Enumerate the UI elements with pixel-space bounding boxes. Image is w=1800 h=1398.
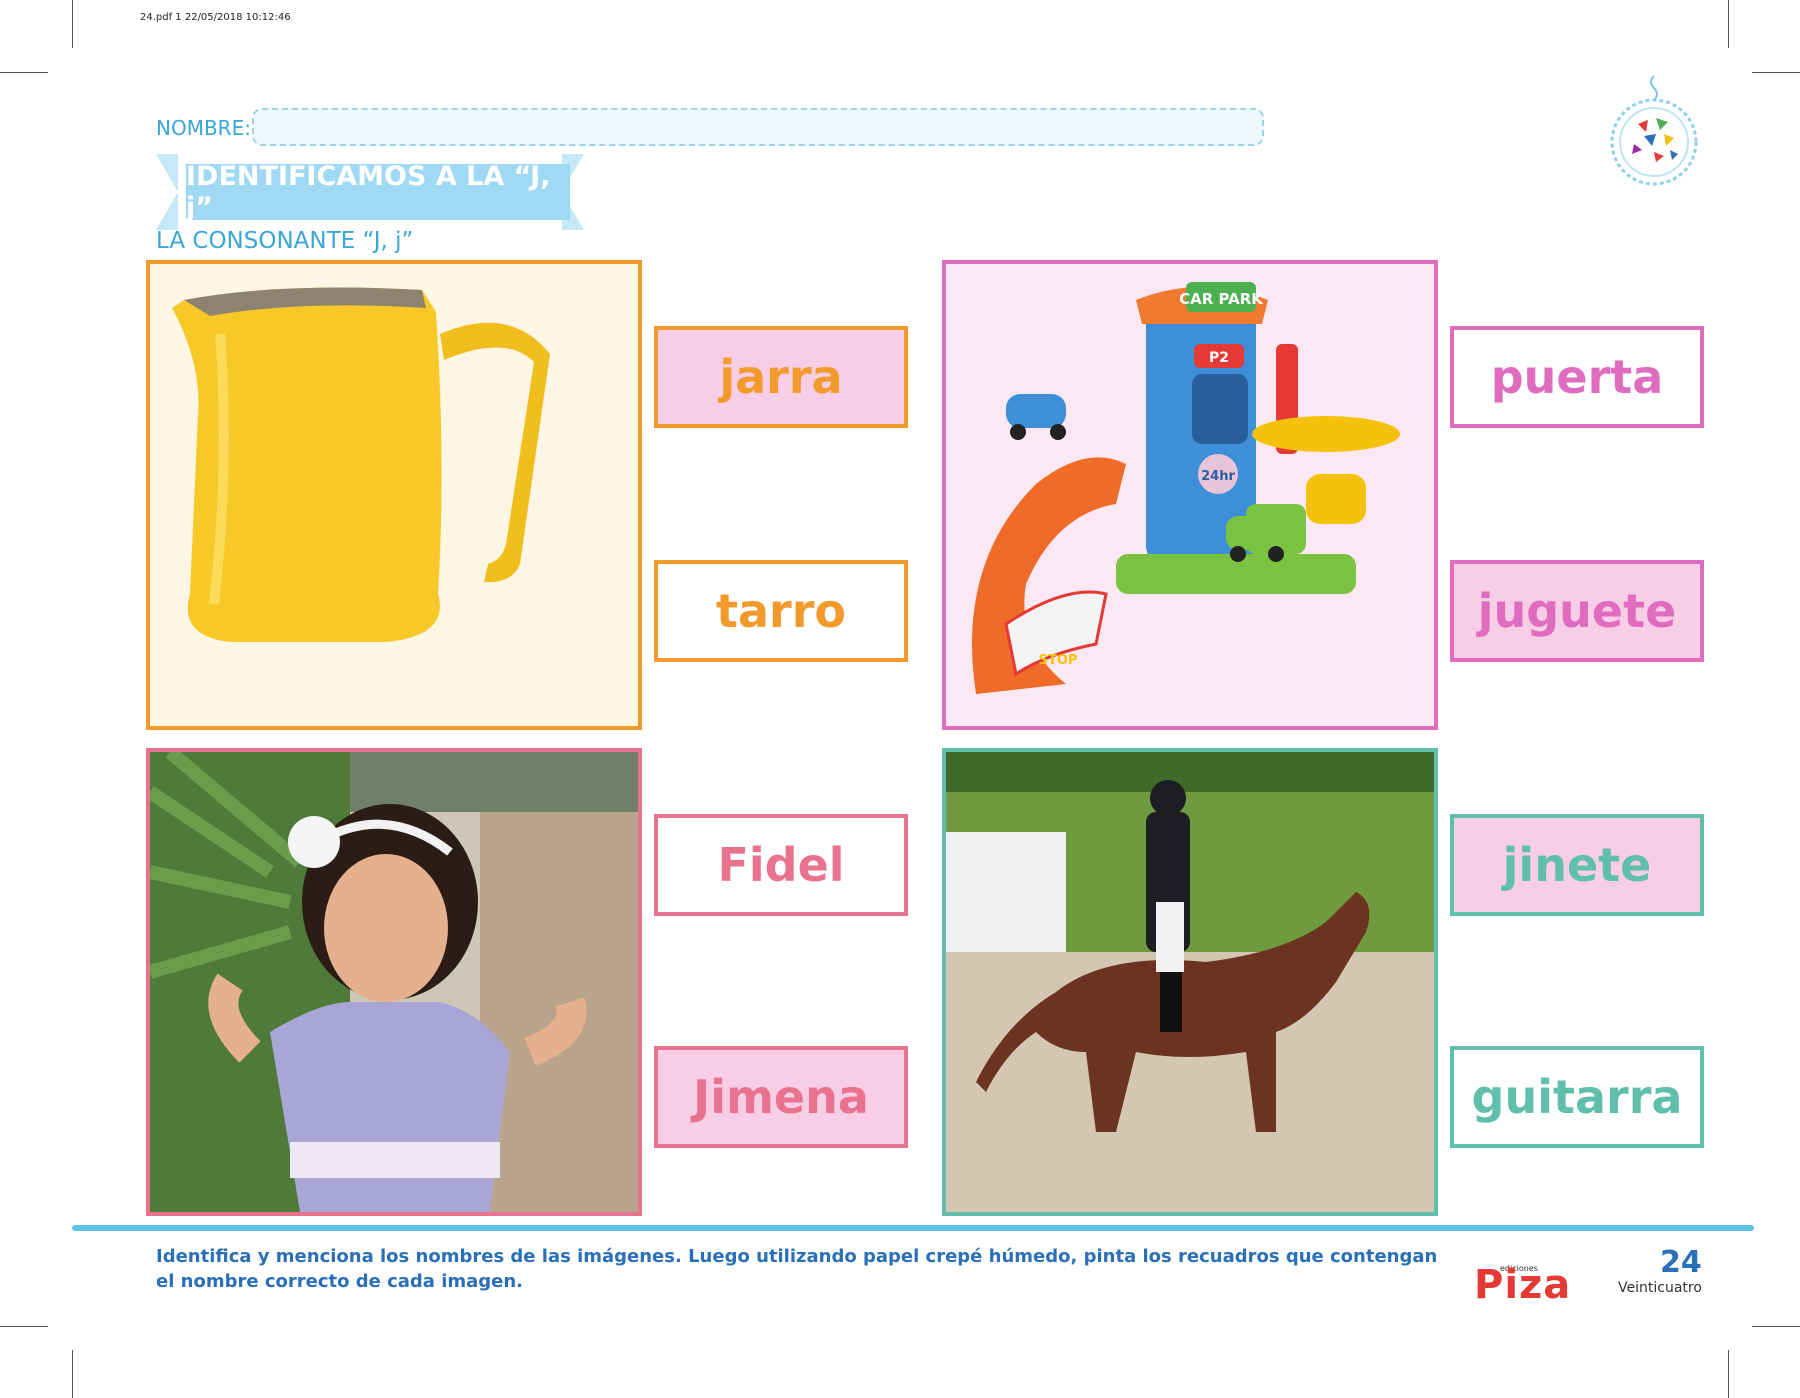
stop-sign: STOP (1039, 653, 1078, 668)
word-option-puerta[interactable]: puerta (1450, 326, 1704, 428)
instructions: Identifica y menciona los nombres de las… (156, 1246, 1438, 1292)
word-option-tarro[interactable]: tarro (654, 560, 908, 662)
rider-photo (942, 748, 1438, 1216)
crop-mark (0, 1326, 48, 1327)
crop-mark (0, 72, 48, 73)
jug-image (146, 260, 642, 730)
word-option-fidel[interactable]: Fidel (654, 814, 908, 916)
crop-mark (72, 1350, 73, 1398)
car-park-sign: CAR PARK (1179, 290, 1264, 308)
footer-divider (72, 1225, 1754, 1231)
word-option-jarra[interactable]: jarra (654, 326, 908, 428)
crop-mark (1752, 72, 1800, 73)
hours-sign: 24hr (1201, 469, 1235, 484)
crop-mark (72, 0, 73, 48)
name-label: NOMBRE: (156, 116, 251, 140)
crop-mark (1752, 1326, 1800, 1327)
page-title: IDENTIFICAMOS A LA “J, j” (186, 161, 570, 223)
crop-mark (1728, 0, 1729, 48)
word-option-guitarra[interactable]: guitarra (1450, 1046, 1704, 1148)
crop-mark (1728, 1350, 1729, 1398)
pdf-info: 24.pdf 1 22/05/2018 10:12:46 (140, 12, 291, 23)
level-sign: P2 (1209, 350, 1229, 366)
brand-logo: Piza (1474, 1262, 1572, 1308)
subtitle: LA CONSONANTE “J, j” (156, 228, 414, 254)
page-number-words: Veinticuatro (1618, 1280, 1702, 1296)
page-number: 24 (1660, 1245, 1702, 1280)
decorative-badge-icon (1610, 75, 1698, 186)
name-field[interactable] (252, 108, 1264, 146)
banner-tail-left (156, 154, 178, 230)
toy-garage-image: CAR PARK P2 24hr STOP (942, 260, 1438, 730)
word-option-jinete[interactable]: jinete (1450, 814, 1704, 916)
girl-photo (146, 748, 642, 1216)
word-option-jimena[interactable]: Jimena (654, 1046, 908, 1148)
word-option-juguete[interactable]: juguete (1450, 560, 1704, 662)
